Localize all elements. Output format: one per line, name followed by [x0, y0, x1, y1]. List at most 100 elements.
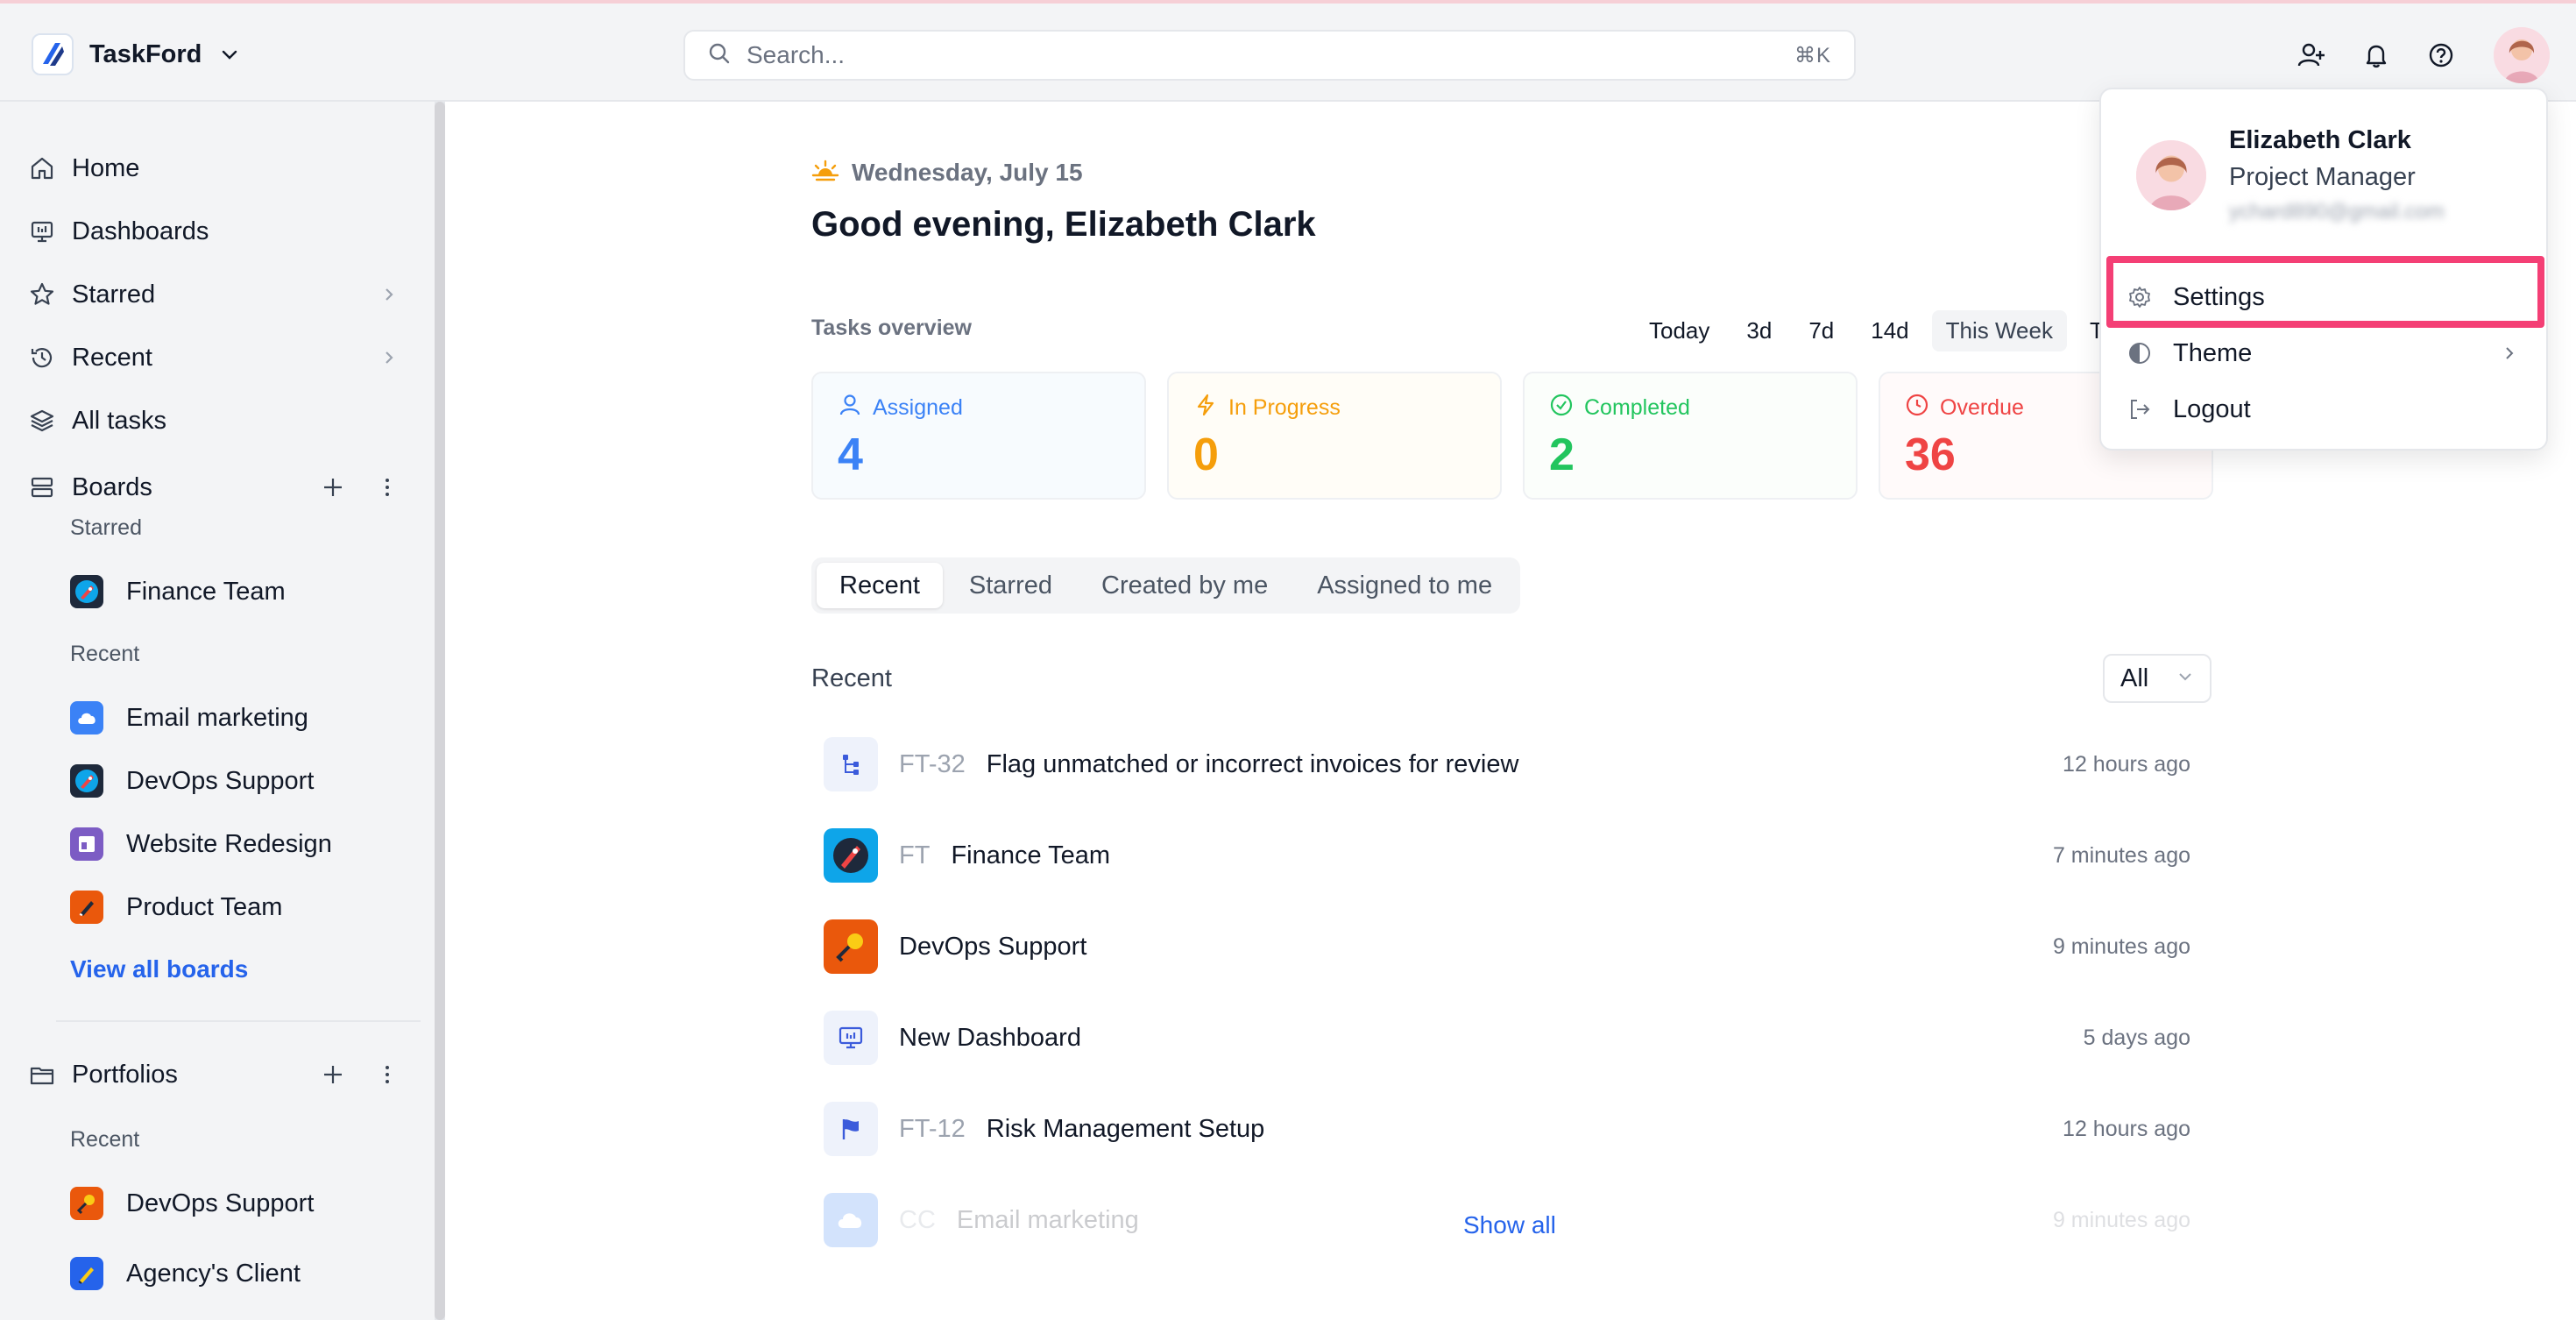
cloud-icon: [70, 701, 103, 735]
help-icon[interactable]: [2424, 38, 2459, 73]
item-key: CC: [899, 1205, 936, 1234]
stat-card-in-progress[interactable]: In Progress 0: [1167, 372, 1502, 500]
sidebar-item-label: Home: [72, 153, 140, 182]
stat-value: 4: [838, 429, 863, 480]
board-item-label: Finance Team: [126, 577, 286, 606]
sidebar-item-dashboards[interactable]: Dashboards: [26, 207, 403, 256]
board-item-label: Website Redesign: [126, 829, 332, 858]
item-time: 12 hours ago: [2063, 751, 2190, 777]
add-portfolio-button[interactable]: [317, 1059, 349, 1090]
board-item-product-team[interactable]: Product Team: [70, 883, 412, 932]
home-icon: [26, 153, 58, 184]
star-icon: [26, 279, 58, 310]
item-time: 9 minutes ago: [2052, 933, 2190, 959]
sidebar-item-home[interactable]: Home: [26, 144, 403, 193]
portfolios-more-icon[interactable]: [372, 1059, 403, 1090]
item-title: Risk Management Setup: [986, 1114, 1265, 1143]
list-item[interactable]: DevOps Support 9 minutes ago: [824, 915, 2190, 978]
clock-icon: [1905, 393, 1929, 423]
pen-icon: [70, 891, 103, 924]
sidebar-item-label: Dashboards: [72, 216, 209, 245]
range-7d[interactable]: 7d: [1794, 310, 1848, 351]
tab-starred[interactable]: Starred: [946, 563, 1075, 608]
list-item[interactable]: New Dashboard 5 days ago: [824, 1006, 2190, 1069]
search-shortcut: ⌘K: [1794, 43, 1831, 67]
sidebar-scrollbar[interactable]: [435, 102, 445, 1320]
chevron-right-icon: [2497, 341, 2522, 365]
chevron-down-icon: [217, 42, 242, 67]
dashboard-icon: [26, 216, 58, 247]
key-icon: [824, 919, 878, 974]
stat-card-completed[interactable]: Completed 2: [1523, 372, 1858, 500]
chevron-right-icon: [375, 280, 403, 309]
list-item[interactable]: FT-32 Flag unmatched or incorrect invoic…: [824, 733, 2190, 796]
presentation-chart-icon: [824, 1011, 878, 1065]
profile-name: Elizabeth Clark: [2229, 126, 2411, 154]
show-all-link[interactable]: Show all: [1463, 1211, 1556, 1239]
item-title: New Dashboard: [899, 1023, 1081, 1052]
menu-item-label: Logout: [2173, 394, 2251, 423]
workspace-switcher[interactable]: TaskFord: [32, 32, 242, 77]
profile-avatar: [2136, 140, 2206, 210]
range-14d[interactable]: 14d: [1857, 310, 1922, 351]
stat-card-assigned[interactable]: Assigned 4: [811, 372, 1146, 500]
add-board-button[interactable]: [317, 472, 349, 503]
range-today[interactable]: Today: [1635, 310, 1723, 351]
menu-item-theme[interactable]: Theme: [2110, 326, 2539, 380]
menu-item-logout[interactable]: Logout: [2110, 382, 2539, 436]
range-this-week[interactable]: This Week: [1931, 310, 2067, 351]
search-bar[interactable]: ⌘K: [683, 30, 1856, 81]
item-time: 12 hours ago: [2063, 1116, 2190, 1141]
range-3d[interactable]: 3d: [1732, 310, 1786, 351]
portfolios-recent-label: Recent: [70, 1127, 140, 1152]
portfolio-item-label: DevOps Support: [126, 1189, 315, 1217]
list-item[interactable]: FT Finance Team 7 minutes ago: [824, 824, 2190, 887]
recent-filter-select[interactable]: All: [2103, 654, 2212, 703]
scrollbar-thumb[interactable]: [435, 102, 445, 1320]
boards-more-icon[interactable]: [372, 472, 403, 503]
rocket-icon: [824, 828, 878, 883]
board-item-finance-team[interactable]: Finance Team: [70, 567, 412, 616]
sidebar-item-all-tasks[interactable]: All tasks: [26, 396, 403, 445]
stat-label: In Progress: [1228, 395, 1341, 420]
sidebar-item-label: All tasks: [72, 406, 166, 435]
chevron-down-icon: [2176, 668, 2194, 690]
search-input[interactable]: [747, 41, 1794, 69]
portfolio-item-label: Agency's Client: [126, 1259, 301, 1288]
item-title: Finance Team: [951, 841, 1111, 869]
date-row: Wednesday, July 15: [811, 158, 1083, 187]
boards-icon: [26, 472, 58, 503]
greeting-title: Good evening, Elizabeth Clark: [811, 205, 1316, 244]
tab-created-by-me[interactable]: Created by me: [1079, 563, 1291, 608]
layout-icon: [70, 827, 103, 861]
item-key: FT: [899, 841, 931, 869]
portfolio-item-devops-support[interactable]: DevOps Support: [70, 1179, 412, 1228]
profile-role: Project Manager: [2229, 163, 2416, 191]
item-time: 5 days ago: [2083, 1025, 2190, 1050]
boards-recent-label: Recent: [70, 642, 140, 666]
tab-assigned-to-me[interactable]: Assigned to me: [1294, 563, 1515, 608]
search-icon: [708, 42, 731, 69]
user-avatar-button[interactable]: [2494, 27, 2550, 83]
item-key: FT-32: [899, 749, 966, 778]
chevron-right-icon: [375, 344, 403, 372]
board-item-website-redesign[interactable]: Website Redesign: [70, 820, 412, 869]
menu-item-settings[interactable]: Settings: [2110, 270, 2539, 324]
rocket-icon: [70, 575, 103, 608]
sidebar-item-recent[interactable]: Recent: [26, 333, 403, 382]
list-item[interactable]: FT-12 Risk Management Setup 12 hours ago: [824, 1097, 2190, 1160]
lightning-icon: [1193, 393, 1218, 423]
tab-recent[interactable]: Recent: [817, 563, 943, 608]
board-item-email-marketing[interactable]: Email marketing: [70, 693, 412, 742]
view-all-boards-link[interactable]: View all boards: [70, 955, 248, 983]
item-title: Flag unmatched or incorrect invoices for…: [986, 749, 1519, 778]
sidebar-item-starred[interactable]: Starred: [26, 270, 403, 319]
current-date: Wednesday, July 15: [852, 158, 1083, 186]
recent-tabs: Recent Starred Created by me Assigned to…: [811, 557, 1521, 614]
menu-item-label: Settings: [2173, 282, 2265, 311]
filter-value: All: [2120, 664, 2149, 692]
board-item-devops-support[interactable]: DevOps Support: [70, 756, 412, 805]
notifications-bell-icon[interactable]: [2359, 38, 2394, 73]
portfolio-item-agencys-client[interactable]: Agency's Client: [70, 1249, 412, 1298]
invite-user-icon[interactable]: [2294, 38, 2329, 73]
